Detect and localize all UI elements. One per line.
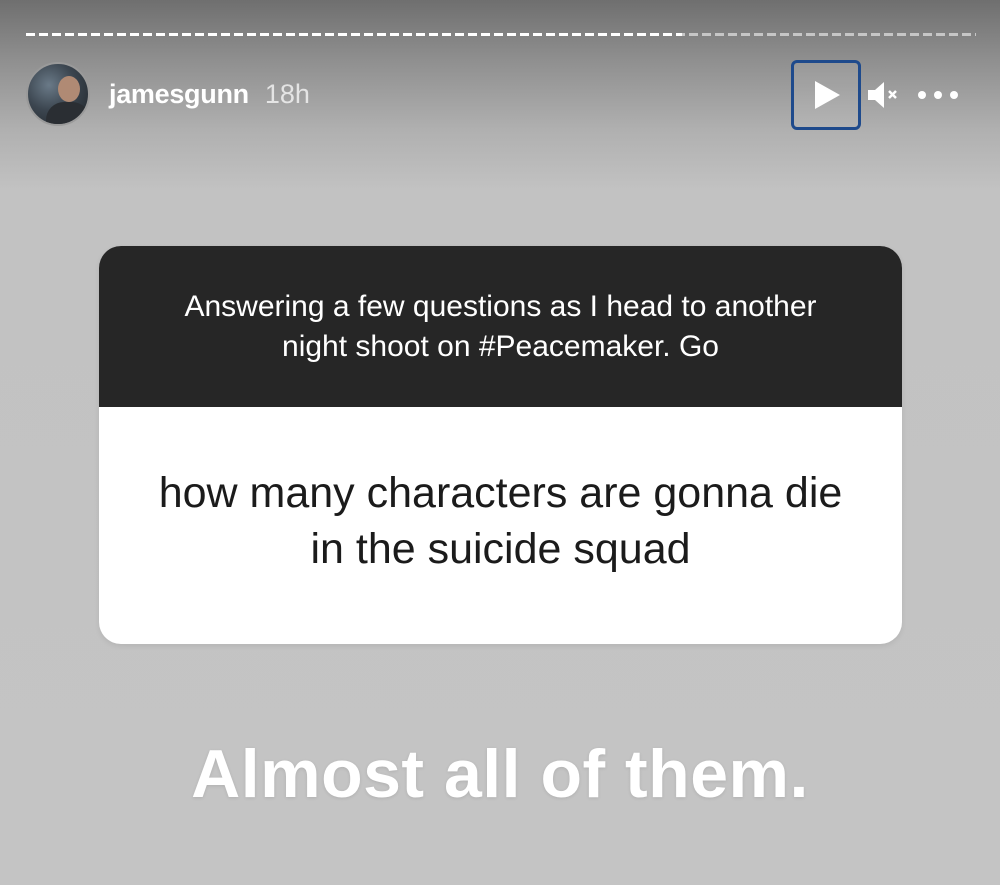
avatar[interactable]	[26, 62, 90, 126]
username-link[interactable]: jamesgunn	[109, 79, 249, 110]
mute-button[interactable]	[865, 75, 901, 115]
story-header: jamesgunn 18h	[26, 61, 310, 127]
more-horizontal-icon	[918, 91, 958, 99]
question-text: how many characters are gonna die in the…	[158, 468, 843, 573]
question-sticker: Answering a few questions as I head to a…	[99, 246, 902, 644]
question-prompt: Answering a few questions as I head to a…	[184, 289, 817, 363]
avatar-body	[46, 102, 88, 124]
more-options-button[interactable]	[913, 75, 963, 115]
question-sticker-body: how many characters are gonna die in the…	[99, 407, 902, 644]
answer-text: Almost all of them.	[191, 736, 809, 812]
post-timestamp: 18h	[264, 78, 310, 109]
story-viewer: jamesgunn 18h Answering a few questions …	[0, 0, 1000, 885]
story-progress-fill	[26, 33, 682, 36]
story-controls	[791, 58, 963, 132]
play-button[interactable]	[791, 60, 861, 130]
avatar-face	[58, 76, 80, 102]
play-icon	[815, 81, 840, 109]
question-sticker-header: Answering a few questions as I head to a…	[99, 246, 902, 407]
speaker-muted-icon	[868, 82, 897, 108]
story-progress-bar	[26, 33, 976, 36]
